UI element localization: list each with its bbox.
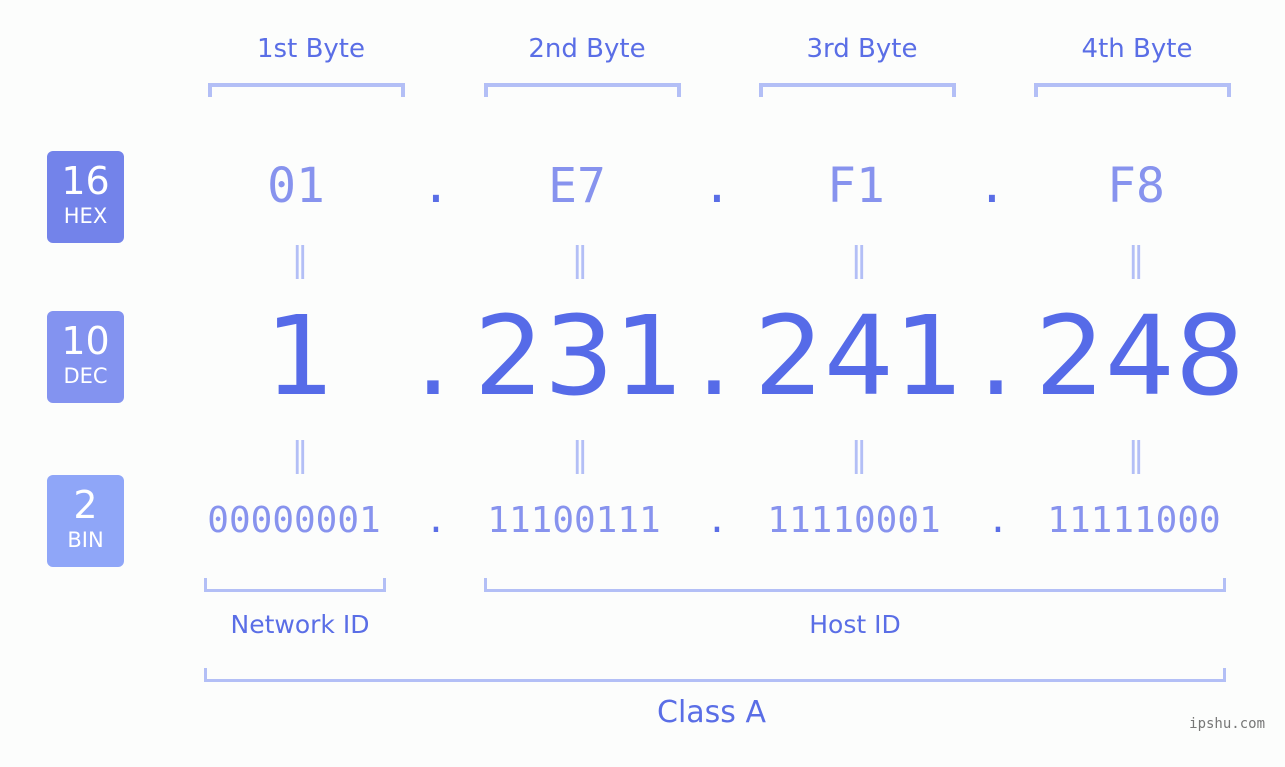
network-id-bracket: [204, 578, 386, 592]
bin-separator-2: .: [706, 500, 728, 541]
hex-badge-label: HEX: [63, 204, 108, 228]
bin-byte-1: 00000001: [207, 500, 381, 541]
dec-badge-number: 10: [61, 319, 110, 363]
bin-badge-label: BIN: [67, 528, 104, 552]
hex-byte-2: E7: [548, 158, 606, 214]
hex-byte-1: 01: [267, 158, 325, 214]
class-bracket: [204, 668, 1226, 682]
host-id-label: Host ID: [809, 610, 901, 639]
network-id-label: Network ID: [230, 610, 370, 639]
dec-byte-3: 241: [754, 292, 964, 420]
byte-bracket-1: [208, 83, 405, 97]
dec-separator-3: .: [978, 292, 1014, 420]
bin-separator-1: .: [425, 500, 447, 541]
dec-separator-1: .: [415, 292, 451, 420]
equals-icon: ‖: [1127, 435, 1145, 475]
bin-byte-2: 11100111: [487, 500, 661, 541]
dec-byte-2: 231: [474, 292, 684, 420]
host-id-bracket: [484, 578, 1226, 592]
equals-icon: ‖: [1127, 240, 1145, 280]
byte-bracket-4: [1034, 83, 1231, 97]
equals-icon: ‖: [850, 435, 868, 475]
hex-separator-2: .: [702, 158, 732, 214]
dec-badge: 10 DEC: [47, 311, 124, 403]
bin-byte-4: 11111000: [1047, 500, 1221, 541]
equals-icon: ‖: [571, 240, 589, 280]
hex-badge: 16 HEX: [47, 151, 124, 243]
equals-icon: ‖: [291, 240, 309, 280]
dec-byte-1: 1: [265, 292, 335, 420]
equals-icon: ‖: [571, 435, 589, 475]
byte-label-2: 2nd Byte: [528, 34, 646, 64]
byte-label-4: 4th Byte: [1081, 34, 1193, 64]
dec-separator-2: .: [696, 292, 732, 420]
byte-bracket-3: [759, 83, 956, 97]
watermark: ipshu.com: [1189, 716, 1265, 732]
dec-badge-label: DEC: [63, 364, 108, 388]
hex-badge-number: 16: [61, 159, 110, 203]
hex-byte-4: F8: [1107, 158, 1165, 214]
byte-bracket-2: [484, 83, 681, 97]
bin-separator-3: .: [987, 500, 1009, 541]
bin-badge: 2 BIN: [47, 475, 124, 567]
hex-separator-1: .: [421, 158, 451, 214]
equals-icon: ‖: [850, 240, 868, 280]
hex-separator-3: .: [977, 158, 1007, 214]
class-label: Class A: [657, 695, 766, 730]
bin-badge-number: 2: [73, 483, 98, 527]
bin-byte-3: 11110001: [767, 500, 941, 541]
byte-label-3: 3rd Byte: [806, 34, 918, 64]
hex-byte-3: F1: [827, 158, 885, 214]
dec-byte-4: 248: [1035, 292, 1245, 420]
equals-icon: ‖: [291, 435, 309, 475]
byte-label-1: 1st Byte: [257, 34, 365, 64]
